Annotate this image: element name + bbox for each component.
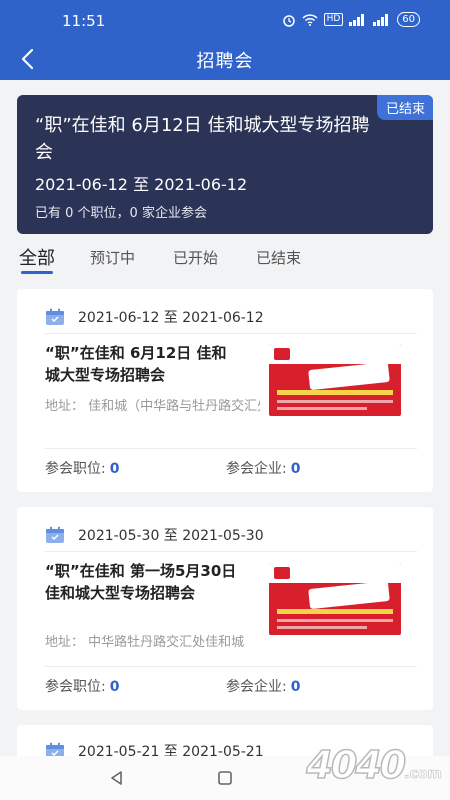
- card-title: “职”在佳和 第一场5月30日 佳和城大型专场招聘会: [45, 562, 237, 602]
- home-square-icon[interactable]: [216, 769, 234, 787]
- status-bar: 11:51 HD 60: [0, 0, 450, 40]
- companies-label: 参会企业:: [226, 461, 287, 477]
- divider: [45, 333, 417, 334]
- card-date-range: 2021-05-30 至 2021-05-30: [78, 528, 264, 544]
- companies-stat: 参会企业: 0: [226, 458, 300, 478]
- active-tab-indicator: [21, 271, 53, 274]
- positions-stat: 参会职位: 0: [45, 458, 119, 478]
- signal-icon-2: [373, 13, 389, 26]
- hero-date-range: 2021-06-12 至 2021-06-12: [35, 175, 248, 194]
- companies-count: 0: [290, 679, 301, 695]
- page-title: 招聘会: [196, 51, 254, 72]
- tab-booking[interactable]: 预订中: [90, 247, 135, 268]
- tab-started[interactable]: 已开始: [173, 247, 218, 268]
- status-icons: HD 60: [282, 12, 420, 27]
- nav-bar: 招聘会: [0, 40, 450, 80]
- card-date-row: 2021-05-30 至 2021-05-30: [45, 525, 264, 545]
- fair-poster-image: [269, 344, 401, 416]
- card-date-row: 2021-06-12 至 2021-06-12: [45, 307, 264, 327]
- job-fair-card[interactable]: 2021-05-30 至 2021-05-30 “职”在佳和 第一场5月30日 …: [17, 507, 433, 710]
- calendar-icon: [46, 308, 64, 325]
- card-address: 地址： 佳和城（中华路与牡丹路交汇处）: [45, 399, 260, 414]
- companies-label: 参会企业:: [226, 679, 287, 695]
- tab-ended[interactable]: 已结束: [256, 247, 301, 268]
- companies-count: 0: [290, 461, 301, 477]
- hd-icon: HD: [323, 13, 344, 26]
- signal-icon: [349, 13, 365, 26]
- card-title: “职”在佳和 6月12日 佳和城大型专场招聘会: [45, 344, 227, 384]
- hero-title: “职”在佳和 6月12日 佳和城大型专场招聘会: [35, 115, 370, 163]
- positions-label: 参会职位:: [45, 679, 106, 695]
- divider: [45, 666, 417, 667]
- positions-count: 0: [109, 461, 120, 477]
- card-address: 地址： 中华路牡丹路交汇处佳和城: [45, 635, 245, 650]
- back-triangle-icon[interactable]: [108, 769, 126, 787]
- positions-count: 0: [109, 679, 120, 695]
- divider: [45, 551, 417, 552]
- card-date-range: 2021-06-12 至 2021-06-12: [78, 310, 264, 326]
- filter-tabs: 全部 预订中 已开始 已结束: [0, 240, 450, 280]
- positions-stat: 参会职位: 0: [45, 676, 119, 696]
- positions-label: 参会职位:: [45, 461, 106, 477]
- hero-stats: 已有 0 个职位，0 家企业参会: [35, 206, 207, 221]
- featured-job-fair-banner[interactable]: 已结束 “职”在佳和 6月12日 佳和城大型专场招聘会 2021-06-12 至…: [17, 95, 433, 234]
- tab-all[interactable]: 全部: [19, 244, 55, 270]
- status-badge: 已结束: [376, 95, 433, 120]
- battery-icon: 60: [397, 12, 420, 27]
- companies-stat: 参会企业: 0: [226, 676, 300, 696]
- status-time: 11:51: [62, 12, 106, 30]
- alarm-icon: [282, 14, 295, 27]
- divider: [45, 448, 417, 449]
- wifi-icon: [302, 13, 318, 26]
- fair-poster-image: [269, 563, 401, 635]
- site-watermark: 4040.com: [306, 742, 443, 788]
- job-fair-card[interactable]: 2021-06-12 至 2021-06-12 “职”在佳和 6月12日 佳和城…: [17, 289, 433, 492]
- calendar-icon: [46, 526, 64, 543]
